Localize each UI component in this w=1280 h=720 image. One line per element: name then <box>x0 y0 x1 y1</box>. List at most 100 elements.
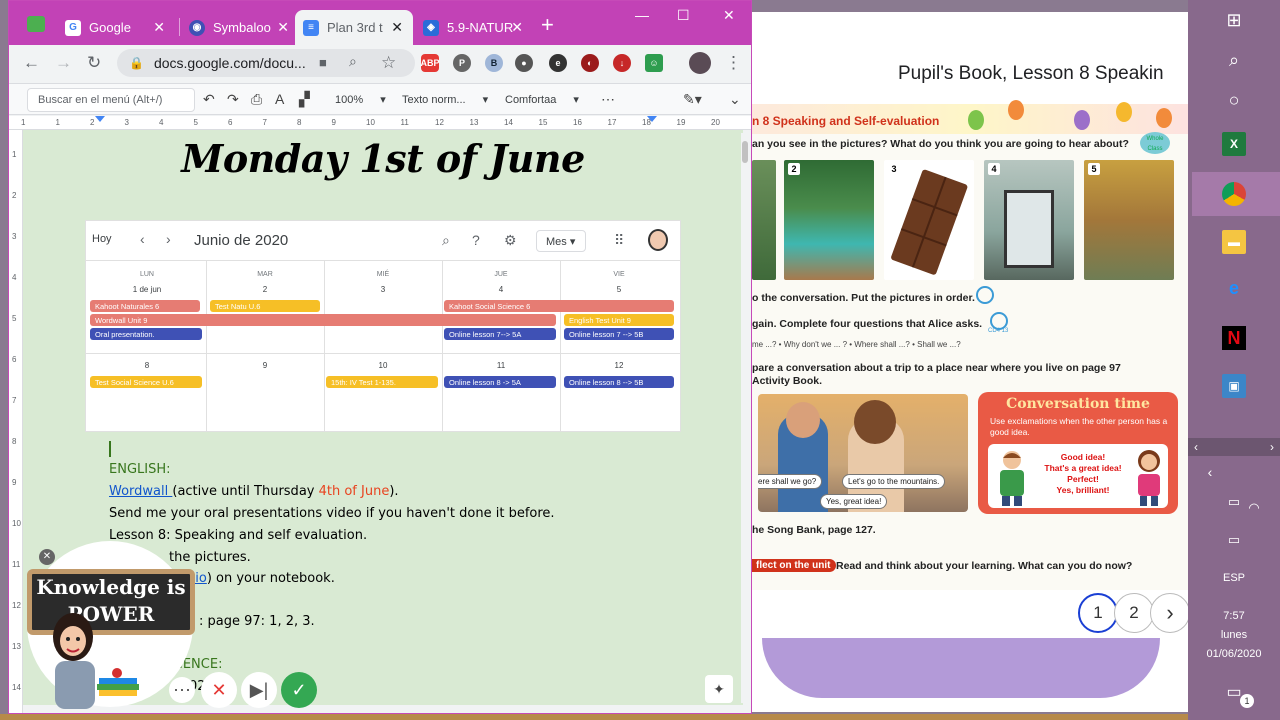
chevron-left-icon[interactable]: ‹ <box>140 231 145 247</box>
spellcheck-icon[interactable]: A <box>275 91 284 107</box>
left-indent-marker[interactable] <box>95 116 105 122</box>
app-icon[interactable]: ▣ <box>1222 374 1246 398</box>
search-icon[interactable]: ⌕ <box>442 232 450 249</box>
chevron-right-icon[interactable]: › <box>1270 440 1274 454</box>
shield-extension-icon[interactable] <box>27 16 45 32</box>
menu-search-input[interactable]: Buscar en el menú (Alt+/) <box>27 88 195 112</box>
extension-green-icon[interactable]: ☺ <box>645 54 663 72</box>
wifi-icon[interactable]: ◠ <box>1242 496 1266 520</box>
calendar-event[interactable]: Test Natu U.6 <box>210 300 320 312</box>
calendar-event[interactable]: Online lesson 8 --> 5B <box>564 376 674 388</box>
close-window-button[interactable]: ✕ <box>723 7 735 24</box>
zoom-select[interactable]: 100% <box>335 93 386 106</box>
paint-format-icon[interactable]: ▞ <box>299 91 310 108</box>
search-icon[interactable]: ⌕ <box>1222 48 1246 72</box>
cortana-icon[interactable]: ○ <box>1222 88 1246 112</box>
forward-icon[interactable]: → <box>55 53 72 73</box>
undo-icon[interactable]: ↶ <box>203 91 215 108</box>
tab-5-9-natur[interactable]: ◈ 5.9-NATUR ✕ <box>415 10 533 45</box>
display-icon[interactable]: ▭ <box>1222 528 1246 552</box>
edge-icon[interactable]: e <box>1222 276 1246 300</box>
avatar[interactable] <box>648 229 668 251</box>
calendar-event[interactable]: Kahoot Social Science 6 <box>444 300 674 312</box>
apps-grid-icon[interactable]: ⠿ <box>614 232 624 249</box>
day-number[interactable]: 9 <box>206 361 324 370</box>
gear-icon[interactable]: ⚙ <box>504 232 517 249</box>
today-button[interactable]: Hoy <box>92 233 112 245</box>
redo-icon[interactable]: ↷ <box>227 91 239 108</box>
more-icon[interactable]: ⋯ <box>601 91 615 108</box>
close-icon[interactable]: ✕ <box>277 19 289 36</box>
calendar-event[interactable]: English Test Unit 9 <box>564 314 674 326</box>
tab-symbaloo[interactable]: ◉ Symbaloo ✕ <box>181 10 299 45</box>
help-icon[interactable]: ? <box>472 232 480 248</box>
calendar-event[interactable]: Online lesson 7--> 5A <box>444 328 556 340</box>
extension-b-icon[interactable]: B <box>485 54 503 72</box>
scrollbar-thumb[interactable] <box>742 141 748 163</box>
new-tab-button[interactable]: + <box>541 14 554 36</box>
windows-start-icon[interactable]: ⊞ <box>1222 8 1246 32</box>
explore-button[interactable]: ✦ <box>705 675 733 703</box>
clock-date[interactable]: 01/06/2020 <box>1188 648 1280 660</box>
print-icon[interactable]: ⎙ <box>251 91 262 108</box>
day-number[interactable]: 8 <box>88 361 206 370</box>
calendar-event[interactable]: Wordwall Unit 9 <box>90 314 556 326</box>
chevron-right-icon[interactable]: › <box>166 231 171 247</box>
excel-icon[interactable]: X <box>1222 132 1246 156</box>
netflix-icon[interactable]: N <box>1222 326 1246 350</box>
tab-plan-3rd[interactable]: ≡ Plan 3rd t ✕ <box>295 10 413 45</box>
right-indent-marker[interactable] <box>647 116 657 122</box>
calendar-event[interactable]: Test Social Science U.6 <box>90 376 202 388</box>
close-icon[interactable]: ✕ <box>153 19 165 36</box>
language-indicator[interactable]: ESP <box>1188 572 1280 584</box>
download-icon[interactable]: ↓ <box>613 54 631 72</box>
page-2-button[interactable]: 2 <box>1114 593 1154 633</box>
minimize-button[interactable]: — <box>635 7 649 23</box>
adblock-icon[interactable]: ABP <box>421 54 440 72</box>
extension-e-icon[interactable]: e <box>549 54 567 72</box>
vertical-scrollbar[interactable] <box>741 133 749 703</box>
more-options-button[interactable]: ⋯ <box>169 677 195 703</box>
finish-recording-button[interactable]: ✓ <box>281 672 317 708</box>
zoom-icon[interactable]: ⌕ <box>349 53 357 70</box>
close-icon[interactable]: ✕ <box>391 19 403 36</box>
day-number[interactable]: 12 <box>560 361 678 370</box>
maximize-button[interactable]: ☐ <box>677 7 690 24</box>
pause-recording-button[interactable]: ▶| <box>241 672 277 708</box>
menu-dots-icon[interactable]: ⋮ <box>725 53 742 73</box>
calendar-event[interactable]: Kahoot Naturales 6 <box>90 300 200 312</box>
font-select[interactable]: Comfortaa <box>505 93 579 106</box>
close-icon[interactable]: ✕ <box>39 549 55 565</box>
profile-avatar[interactable] <box>689 52 711 74</box>
reload-icon[interactable]: ↻ <box>87 53 101 73</box>
day-number[interactable]: 11 <box>442 361 560 370</box>
pinterest-icon[interactable]: P <box>453 54 471 72</box>
folder-icon[interactable]: ▬ <box>1222 230 1246 254</box>
next-page-button[interactable]: › <box>1150 593 1188 633</box>
chevron-left-icon[interactable]: ‹ <box>1194 440 1198 454</box>
camera-icon[interactable]: ■ <box>319 55 327 70</box>
tab-google[interactable]: G Google ✕ <box>57 10 175 45</box>
chevron-left-icon[interactable]: ‹ <box>1198 460 1222 484</box>
view-select[interactable]: Mes ▾ <box>536 230 586 252</box>
edit-mode-icon[interactable]: ✎▾ <box>683 91 702 108</box>
tray-collapse-bar[interactable]: ‹ › <box>1188 438 1280 456</box>
day-number[interactable]: 1 de jun <box>88 285 206 294</box>
back-icon[interactable]: ← <box>23 53 40 73</box>
collapse-icon[interactable]: ⌄ <box>729 91 741 108</box>
page-1-button[interactable]: 1 <box>1078 593 1118 633</box>
address-bar[interactable]: 🔒 docs.google.com/docu... <box>117 49 415 77</box>
day-number[interactable]: 3 <box>324 285 442 294</box>
wordwall-link[interactable]: Wordwall <box>109 484 172 499</box>
extension-circle-icon[interactable]: ● <box>515 54 533 72</box>
cancel-recording-button[interactable]: ✕ <box>201 672 237 708</box>
clock-time[interactable]: 7:57 <box>1188 610 1280 622</box>
bookmark-star-icon[interactable]: ☆ <box>381 53 396 73</box>
day-number[interactable]: 2 <box>206 285 324 294</box>
calendar-event[interactable]: Online lesson 7 --> 5B <box>564 328 674 340</box>
screencastify-icon[interactable]: ◐ <box>581 54 599 72</box>
close-icon[interactable]: ✕ <box>511 19 523 36</box>
day-number[interactable]: 4 <box>442 285 560 294</box>
chrome-icon[interactable] <box>1222 182 1246 206</box>
clock-day[interactable]: lunes <box>1188 629 1280 641</box>
